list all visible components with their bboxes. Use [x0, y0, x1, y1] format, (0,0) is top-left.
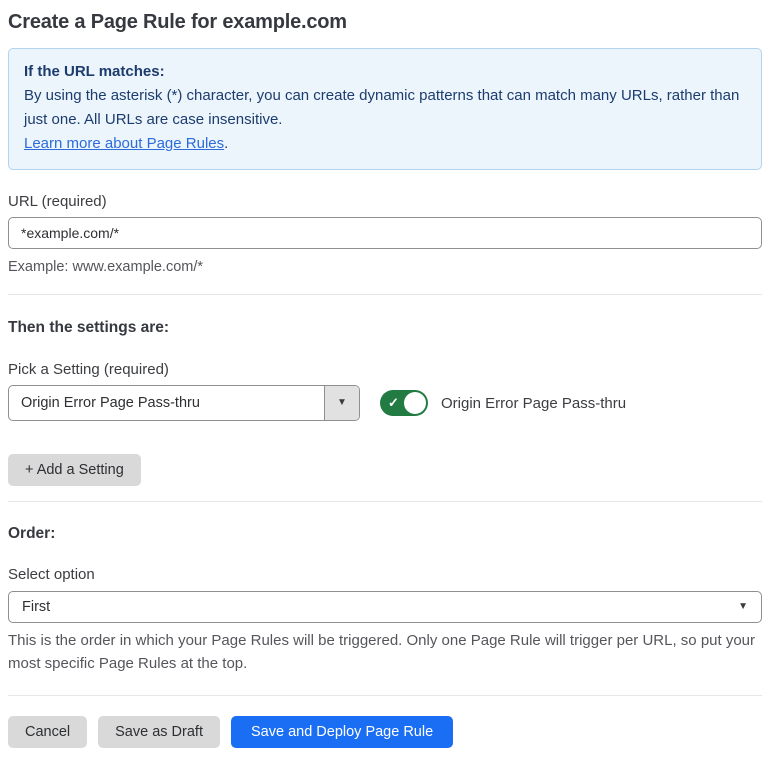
learn-more-link[interactable]: Learn more about Page Rules	[24, 135, 224, 152]
order-select[interactable]: First ▼	[8, 591, 762, 623]
order-helper-text: This is the order in which your Page Rul…	[8, 632, 756, 672]
page-rule-form: Create a Page Rule for example.com If th…	[0, 0, 770, 761]
footer-actions: Cancel Save as Draft Save and Deploy Pag…	[8, 716, 762, 761]
setting-dropdown-arrow-button[interactable]: ▼	[324, 386, 359, 420]
cancel-button[interactable]: Cancel	[8, 716, 88, 748]
setting-row: Origin Error Page Pass-thru ▼ ✓ Origin E…	[8, 385, 762, 421]
page-title: Create a Page Rule for example.com	[8, 11, 347, 33]
order-select-value: First	[22, 599, 51, 615]
chevron-down-icon: ▼	[738, 601, 748, 612]
section-divider	[8, 294, 762, 295]
section-divider	[8, 501, 762, 502]
url-helper-text: Example: www.example.com/*	[8, 259, 204, 275]
footer-divider	[8, 695, 762, 696]
link-suffix: .	[224, 135, 229, 152]
add-setting-button[interactable]: + Add a Setting	[8, 454, 141, 486]
setting-dropdown-value: Origin Error Page Pass-thru	[21, 395, 200, 411]
save-deploy-button[interactable]: Save and Deploy Page Rule	[230, 716, 454, 748]
order-section-heading: Order:	[8, 525, 56, 542]
info-link-row: Learn more about Page Rules.	[24, 132, 746, 156]
url-label: URL (required)	[8, 193, 107, 210]
info-box-body: By using the asterisk (*) character, you…	[24, 87, 740, 128]
chevron-down-icon: ▼	[337, 397, 347, 408]
settings-section-heading: Then the settings are:	[8, 319, 170, 336]
setting-toggle[interactable]: ✓	[380, 390, 428, 416]
check-icon: ✓	[388, 395, 399, 410]
setting-toggle-label: Origin Error Page Pass-thru	[441, 394, 627, 412]
toggle-knob	[404, 392, 426, 414]
info-box-heading: If the URL matches:	[24, 63, 165, 80]
save-draft-button[interactable]: Save as Draft	[98, 716, 220, 748]
setting-dropdown[interactable]: Origin Error Page Pass-thru ▼	[8, 385, 360, 421]
url-field: URL (required) Example: www.example.com/…	[8, 193, 762, 278]
order-select-label: Select option	[8, 566, 95, 583]
url-input[interactable]	[8, 217, 762, 249]
url-match-info-box: If the URL matches: By using the asteris…	[8, 48, 762, 170]
pick-setting-label: Pick a Setting (required)	[8, 361, 169, 378]
